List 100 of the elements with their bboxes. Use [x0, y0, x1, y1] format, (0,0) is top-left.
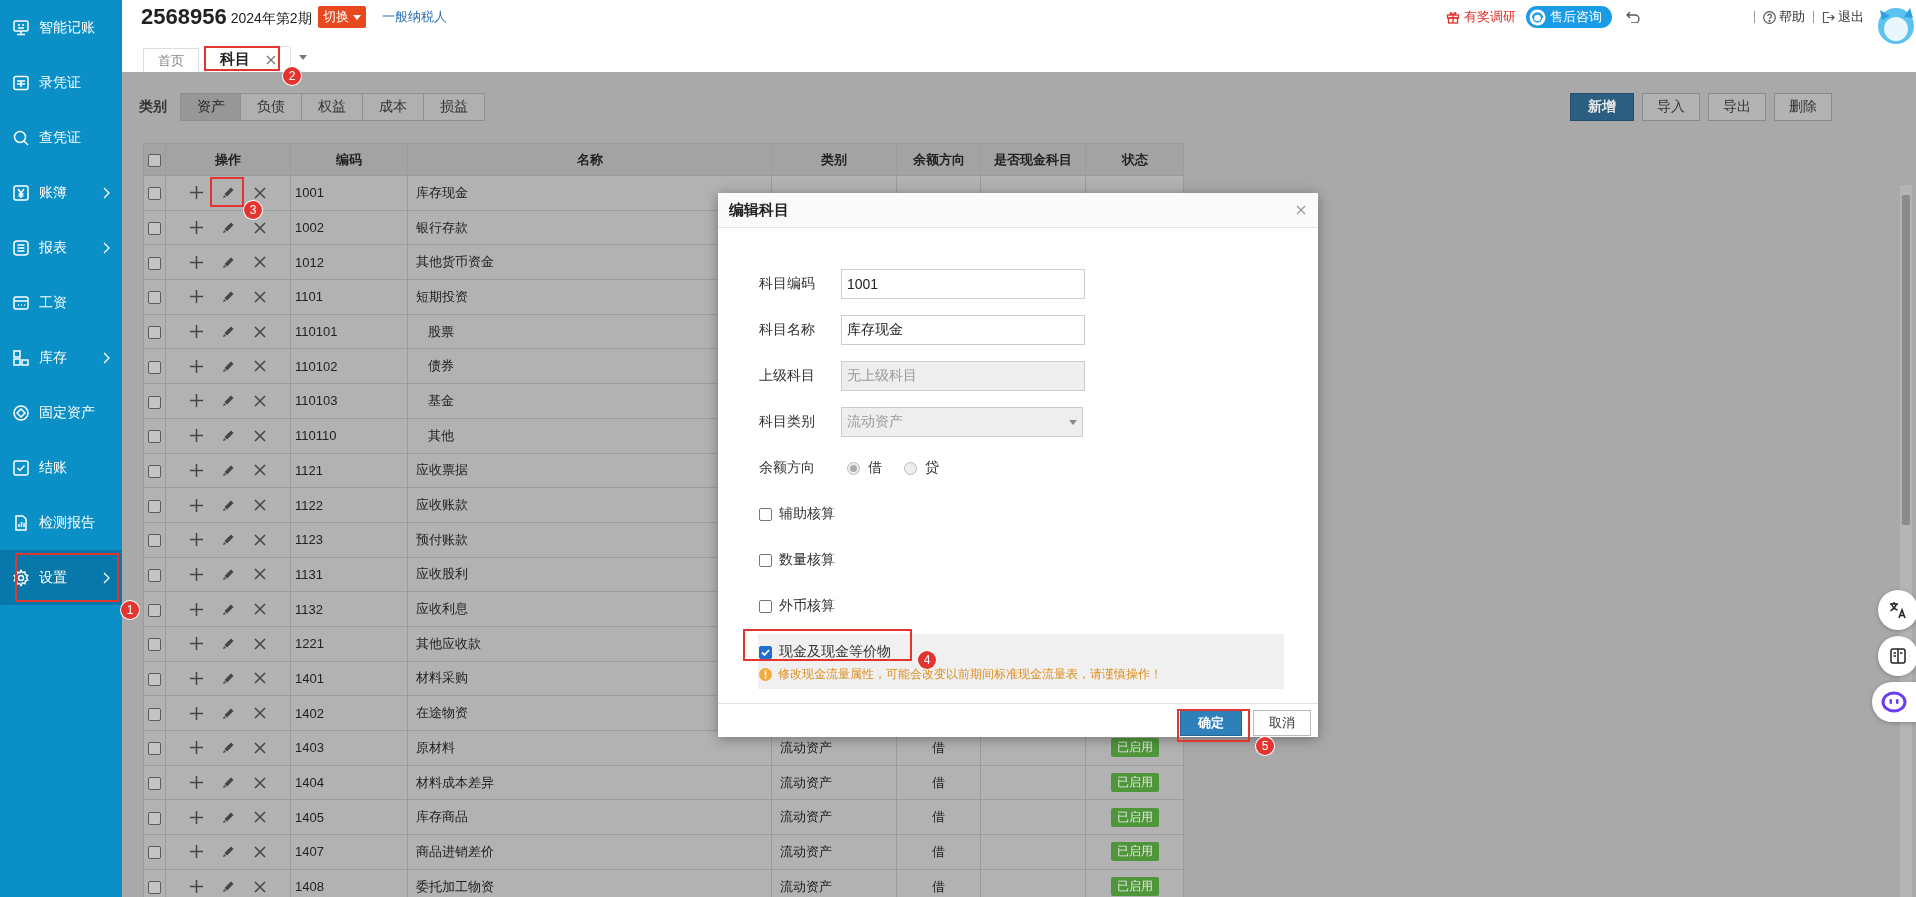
plus-icon[interactable] [190, 602, 203, 616]
plus-icon[interactable] [190, 810, 203, 824]
pencil-icon[interactable] [222, 810, 235, 824]
plus-icon[interactable] [190, 394, 203, 408]
cross-icon[interactable] [254, 256, 266, 269]
plus-icon[interactable] [190, 463, 203, 477]
checkbox[interactable] [759, 507, 772, 521]
pencil-icon[interactable] [222, 671, 235, 685]
checkbox[interactable] [148, 707, 161, 721]
checkbox[interactable] [148, 154, 161, 168]
pencil-icon[interactable] [222, 741, 235, 755]
pencil-icon[interactable] [222, 394, 235, 408]
pencil-icon[interactable] [222, 533, 235, 547]
cross-icon[interactable] [254, 568, 266, 581]
cross-icon[interactable] [254, 603, 266, 616]
checkbox[interactable] [148, 603, 161, 617]
pencil-icon[interactable] [222, 845, 235, 859]
sidebar-item[interactable]: 检测报告 [0, 495, 122, 550]
plus-icon[interactable] [190, 533, 203, 547]
cross-icon[interactable] [254, 221, 266, 234]
plus-icon[interactable] [190, 741, 203, 755]
pencil-icon[interactable] [222, 706, 235, 720]
add-button[interactable]: 新增 [1570, 93, 1634, 121]
plus-icon[interactable] [190, 567, 203, 581]
checkbox[interactable] [148, 534, 161, 548]
category-tab[interactable]: 损益 [424, 93, 485, 121]
plus-icon[interactable] [190, 498, 203, 512]
pencil-icon[interactable] [222, 880, 235, 894]
pencil-icon[interactable] [222, 255, 235, 269]
sidebar-item[interactable]: 智能记账 [0, 0, 122, 55]
cancel-button[interactable]: 取消 [1253, 710, 1311, 736]
checkbox[interactable] [148, 395, 161, 409]
sidebar-item[interactable]: 账簿 [0, 165, 122, 220]
pencil-icon[interactable] [222, 498, 235, 512]
plus-icon[interactable] [190, 429, 203, 443]
pencil-icon[interactable] [222, 186, 235, 200]
pencil-icon[interactable] [222, 221, 235, 235]
toolbar-button[interactable]: 删除 [1774, 93, 1832, 121]
cross-icon[interactable] [254, 707, 266, 720]
cross-icon[interactable] [254, 360, 266, 373]
checkbox[interactable] [148, 430, 161, 444]
sidebar-item[interactable]: 结账 [0, 440, 122, 495]
plus-icon[interactable] [190, 706, 203, 720]
text-field[interactable]: 1001 [841, 269, 1085, 299]
checkbox[interactable] [148, 811, 161, 825]
cross-icon[interactable] [254, 186, 266, 199]
pencil-icon[interactable] [222, 290, 235, 304]
cross-icon[interactable] [254, 325, 266, 338]
checkbox[interactable] [148, 187, 161, 201]
checkbox[interactable] [148, 256, 161, 270]
cross-icon[interactable] [254, 672, 266, 685]
cross-icon[interactable] [254, 464, 266, 477]
logout-link[interactable]: 退出 [1822, 8, 1864, 26]
pencil-icon[interactable] [222, 637, 235, 651]
category-tab[interactable]: 资产 [180, 93, 241, 121]
sidebar-item[interactable]: 工资 [0, 275, 122, 330]
switch-button[interactable]: 切换 [317, 6, 366, 28]
cross-icon[interactable] [254, 880, 266, 893]
checkbox[interactable] [148, 673, 161, 686]
checkbox[interactable] [148, 222, 161, 236]
pencil-icon[interactable] [222, 325, 235, 339]
plus-icon[interactable] [190, 325, 203, 339]
scrollbar-thumb[interactable] [1902, 195, 1910, 525]
cross-icon[interactable] [254, 776, 266, 789]
checkbox[interactable] [148, 881, 161, 895]
checkbox[interactable] [148, 638, 161, 652]
text-field[interactable]: 库存现金 [841, 315, 1085, 345]
cross-icon[interactable] [254, 290, 266, 303]
confirm-button[interactable]: 确定 [1180, 710, 1242, 736]
plus-icon[interactable] [190, 880, 203, 894]
checkbox[interactable] [148, 360, 161, 374]
survey-link[interactable]: 有奖调研 [1446, 8, 1516, 26]
pencil-icon[interactable] [222, 429, 235, 443]
page-tab[interactable]: 首页 [143, 48, 199, 72]
pencil-icon[interactable] [222, 776, 235, 790]
checkbox[interactable] [759, 553, 772, 567]
checkbox[interactable] [148, 846, 161, 860]
checkbox[interactable] [148, 568, 161, 582]
assistant-button[interactable] [1872, 682, 1916, 722]
cross-icon[interactable] [254, 637, 266, 650]
cross-icon[interactable] [254, 533, 266, 546]
checkbox[interactable] [148, 742, 161, 756]
cross-icon[interactable] [254, 394, 266, 407]
sidebar-item[interactable]: 报表 [0, 220, 122, 275]
plus-icon[interactable] [190, 221, 203, 235]
consult-button[interactable]: 售后咨询 [1526, 6, 1612, 28]
cross-icon[interactable] [254, 429, 266, 442]
sidebar-item[interactable]: 库存 [0, 330, 122, 385]
checkbox[interactable] [148, 777, 161, 791]
help-link[interactable]: 帮助 [1763, 8, 1805, 26]
taxpayer-link[interactable]: 一般纳税人 [381, 8, 447, 26]
checkbox[interactable] [148, 326, 161, 340]
sidebar-item[interactable]: 设置 [0, 550, 122, 605]
category-tab[interactable]: 负债 [241, 93, 302, 121]
sidebar-item[interactable]: 查凭证 [0, 110, 122, 165]
category-tab[interactable]: 权益 [302, 93, 363, 121]
checkbox[interactable] [148, 291, 161, 305]
sidebar-item[interactable]: 录凭证 [0, 55, 122, 110]
plus-icon[interactable] [190, 186, 203, 200]
toolbar-button[interactable]: 导入 [1642, 93, 1700, 121]
